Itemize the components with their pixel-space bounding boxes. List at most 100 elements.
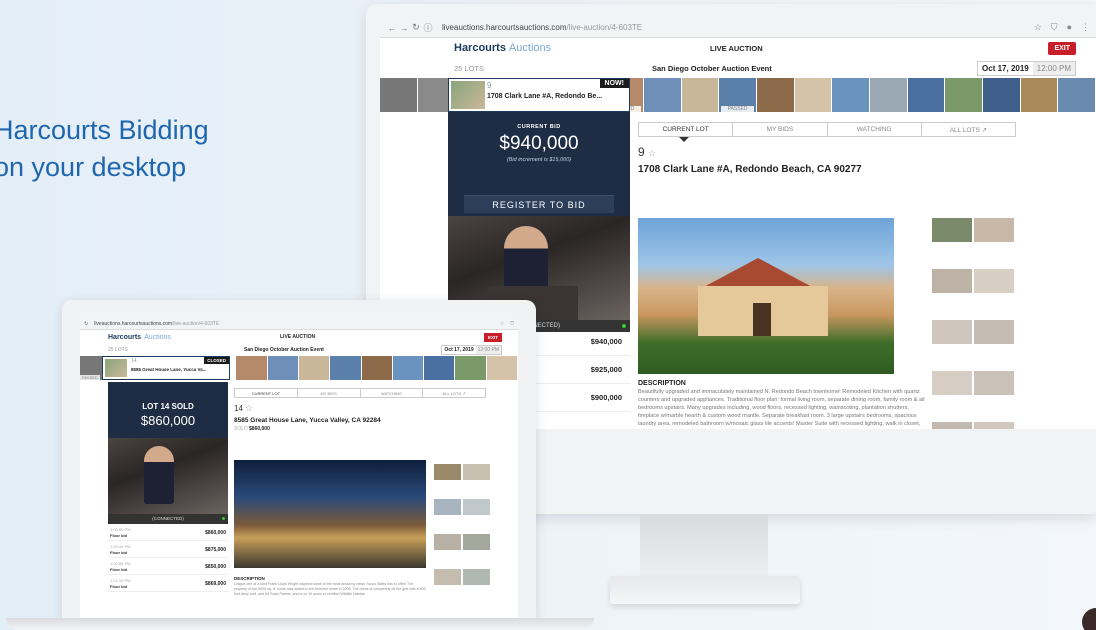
current-lot-address: 8585 Great House Lane, Yucca Va... (131, 367, 207, 372)
tab-current-lot[interactable]: CURRENT LOT (639, 123, 734, 136)
menu-kebab-icon[interactable]: ⋮ (1081, 22, 1090, 33)
tab-watching[interactable]: WATCHING (828, 123, 922, 136)
gallery-thumb[interactable] (974, 371, 1014, 395)
logo-text: Harcourts (454, 42, 506, 54)
auction-date: Oct 17, 2019 (444, 347, 474, 353)
gallery-thumb[interactable] (434, 569, 461, 585)
bookmark-star-icon[interactable]: ☆ (500, 321, 504, 327)
gallery-thumb[interactable] (463, 569, 490, 585)
laptop-auction-subheader: 25 LOTS San Diego October Auction Event … (80, 344, 518, 356)
register-wrap: REGISTER TO BID (448, 192, 630, 216)
gallery-thumb[interactable] (932, 218, 972, 242)
lot-thumb[interactable] (455, 356, 487, 380)
lot-thumb[interactable] (361, 356, 393, 380)
forward-icon[interactable]: → (398, 23, 410, 33)
lot-thumb[interactable]: PASSED (719, 78, 757, 112)
exit-button[interactable]: EXIT (483, 332, 502, 342)
profile-icon[interactable]: ● (1067, 22, 1072, 33)
info-icon[interactable]: ⓘ (422, 21, 434, 34)
lot-main-photo[interactable] (234, 460, 426, 568)
tab-my-bids[interactable]: MY BIDS (298, 389, 361, 397)
gallery-thumb[interactable] (974, 422, 1014, 429)
gallery-thumb[interactable] (974, 320, 1014, 344)
harcourts-logo[interactable]: Harcourts Auctions (108, 334, 171, 341)
auctioneer-video[interactable] (108, 438, 228, 514)
bid-amount: $925,000 (590, 365, 622, 374)
lot-thumb[interactable] (392, 356, 425, 380)
gallery-thumb[interactable] (932, 269, 972, 293)
gallery-thumb[interactable] (434, 499, 461, 515)
lot-thumb[interactable] (869, 78, 908, 112)
gallery-thumb[interactable] (463, 464, 490, 480)
photo-gallery (434, 464, 496, 604)
tab-watching[interactable]: WATCHING (361, 389, 424, 397)
laptop-address-bar[interactable]: liveauctions.harcourtsauctions.com/live-… (94, 321, 219, 327)
lot-main-photo[interactable] (638, 218, 894, 374)
bookmark-star-icon[interactable]: ☆ (1034, 22, 1042, 33)
shield-icon[interactable]: ⛉ (1051, 22, 1058, 33)
gallery-thumb[interactable] (932, 320, 972, 344)
gallery-thumb[interactable] (974, 269, 1014, 293)
tab-current-lot[interactable]: CURRENT LOT (235, 389, 298, 397)
gallery-thumb[interactable] (434, 534, 461, 550)
harcourts-logo[interactable]: Harcourts Auctions (454, 42, 551, 54)
tab-all-lots[interactable]: ALL LOTS ↗ (922, 123, 1015, 136)
tab-all-lots[interactable]: ALL LOTS ↗ (423, 389, 485, 397)
sold-price: $860,000 (249, 426, 270, 432)
lot-thumb[interactable] (380, 78, 418, 112)
auction-subheader: 25 LOTS San Diego October Auction Event … (380, 58, 1096, 78)
address-bar[interactable]: liveauctions.harcourtsauctions.com/live-… (442, 23, 642, 32)
reload-icon[interactable]: ↻ (84, 321, 88, 327)
passed-tag: PASSED (721, 106, 754, 112)
current-lot-image (105, 359, 127, 377)
shield-icon[interactable]: ⛉ (510, 321, 514, 327)
lot-thumb[interactable] (298, 356, 331, 380)
lot-thumb[interactable] (907, 78, 946, 112)
gallery-thumb[interactable] (932, 422, 972, 429)
laptop-lot-detail: CURRENT LOT MY BIDS WATCHING ALL LOTS ↗ … (234, 388, 514, 596)
bid-history-row: 1:00:58 PM Floor bid $850,000 (108, 558, 228, 575)
lot-thumb[interactable] (794, 78, 833, 112)
page-title: LIVE AUCTION (710, 43, 763, 53)
current-lot-thumb[interactable]: 9 1708 Clark Lane #A, Redondo Be... NOW! (448, 78, 630, 112)
bid-amount: $869,000 (205, 581, 226, 587)
lot-thumb[interactable] (330, 356, 362, 380)
bid-time: 1:00:58 PM (110, 561, 131, 566)
current-lot-thumb[interactable]: 14 8585 Great House Lane, Yucca Va... CL… (102, 356, 230, 380)
gallery-thumb[interactable] (974, 218, 1014, 242)
bid-amount: $860,000 (205, 530, 226, 536)
reload-icon[interactable]: ↻ (410, 22, 422, 33)
lot-thumb[interactable] (486, 356, 518, 380)
lot-thumb[interactable] (236, 356, 268, 380)
lot-thumb[interactable] (1020, 78, 1059, 112)
monitor-stand-base (610, 576, 800, 604)
monitor-stand-neck (640, 514, 768, 576)
gallery-thumb[interactable] (932, 371, 972, 395)
register-to-bid-button[interactable]: REGISTER TO BID (464, 195, 614, 213)
lot-thumb[interactable] (1058, 78, 1096, 112)
current-bid-amount: $940,000 (499, 133, 579, 154)
back-icon[interactable]: ← (386, 23, 398, 33)
bid-amount: $900,000 (590, 393, 622, 402)
lot-thumb[interactable] (681, 78, 720, 112)
gallery-thumb[interactable] (463, 534, 490, 550)
lot-thumb[interactable] (424, 356, 456, 380)
lot-thumb[interactable] (832, 78, 870, 112)
lot-thumb[interactable] (267, 356, 299, 380)
exit-button[interactable]: EXIT (1048, 41, 1076, 55)
watch-star-icon[interactable]: ☆ (245, 403, 253, 413)
sold-amount: $860,000 (140, 413, 196, 428)
lot-thumb[interactable] (643, 78, 682, 112)
browser-bar: ← → ↻ ⓘ liveauctions.harcourtsauctions.c… (380, 18, 1096, 38)
bid-label: Floor bid (110, 567, 128, 572)
bid-time: 1:00:59 PM (110, 527, 131, 532)
lot-thumb[interactable] (945, 78, 983, 112)
bid-label: Floor bid (110, 533, 128, 538)
watch-star-icon[interactable]: ☆ (648, 148, 656, 158)
lot-thumb[interactable] (756, 78, 795, 112)
gallery-thumb[interactable] (434, 464, 461, 480)
description-title: DESCRIPTION (638, 380, 686, 387)
gallery-thumb[interactable] (463, 499, 490, 515)
lot-thumb[interactable] (983, 78, 1021, 112)
tab-my-bids[interactable]: MY BIDS (733, 123, 828, 136)
